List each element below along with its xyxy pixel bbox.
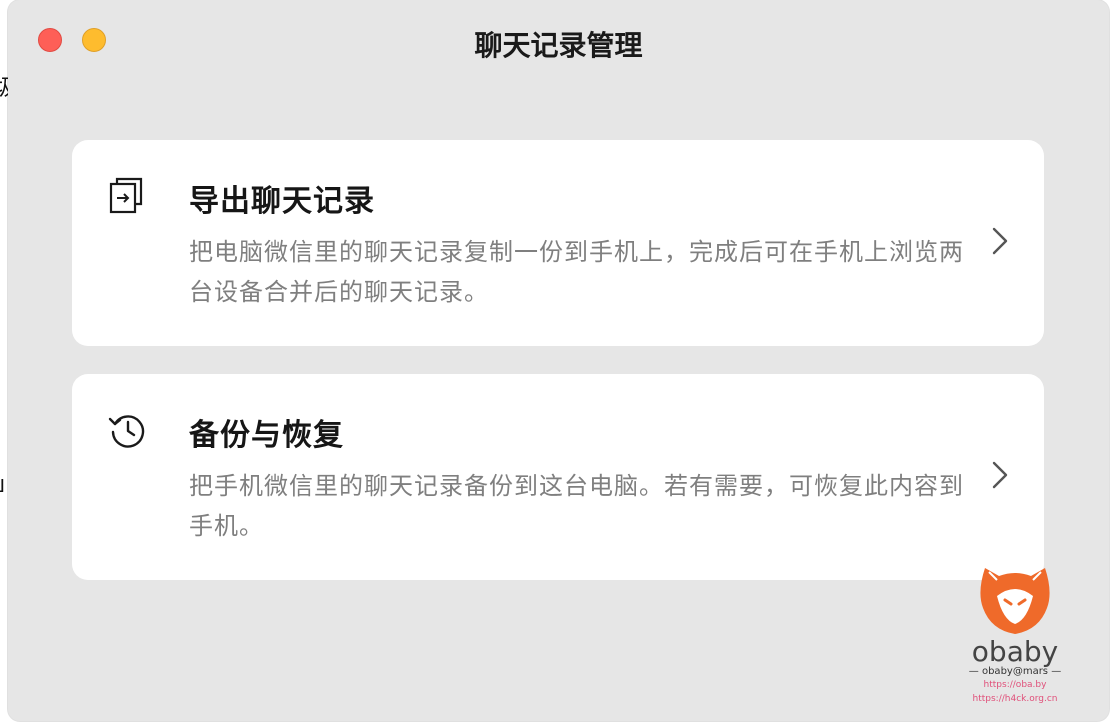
watermark-name: obaby	[971, 635, 1059, 668]
chat-history-management-window: 聊天记录管理 导出聊天记录 把电脑微信里的聊天记录复制一份到手机上，完成后可在手…	[8, 0, 1109, 721]
export-chat-history-card[interactable]: 导出聊天记录 把电脑微信里的聊天记录复制一份到手机上，完成后可在手机上浏览两台设…	[72, 140, 1044, 346]
watermark-url: https://oba.by	[983, 680, 1047, 690]
history-clock-icon	[108, 415, 145, 448]
watermark-handle: — obaby@mars —	[968, 666, 1062, 677]
card-title: 备份与恢复	[189, 418, 344, 453]
chevron-right-icon	[992, 227, 1008, 255]
watermark: obaby — obaby@mars — https://oba.by http…	[960, 558, 1070, 718]
chevron-right-icon	[992, 461, 1008, 489]
fox-logo-icon	[980, 568, 1050, 634]
card-description: 把电脑微信里的聊天记录复制一份到手机上，完成后可在手机上浏览两台设备合并后的聊天…	[189, 238, 964, 306]
export-icon	[109, 177, 143, 214]
window-title: 聊天记录管理	[474, 29, 643, 62]
watermark-url: https://h4ck.org.cn	[972, 694, 1058, 704]
backup-restore-card[interactable]: 备份与恢复 把手机微信里的聊天记录备份到这台电脑。若有需要，可恢复此内容到手机。	[72, 374, 1044, 580]
card-title: 导出聊天记录	[189, 184, 375, 219]
card-description: 把手机微信里的聊天记录备份到这台电脑。若有需要，可恢复此内容到手机。	[189, 472, 964, 540]
background-text: ᒧ	[0, 476, 5, 497]
